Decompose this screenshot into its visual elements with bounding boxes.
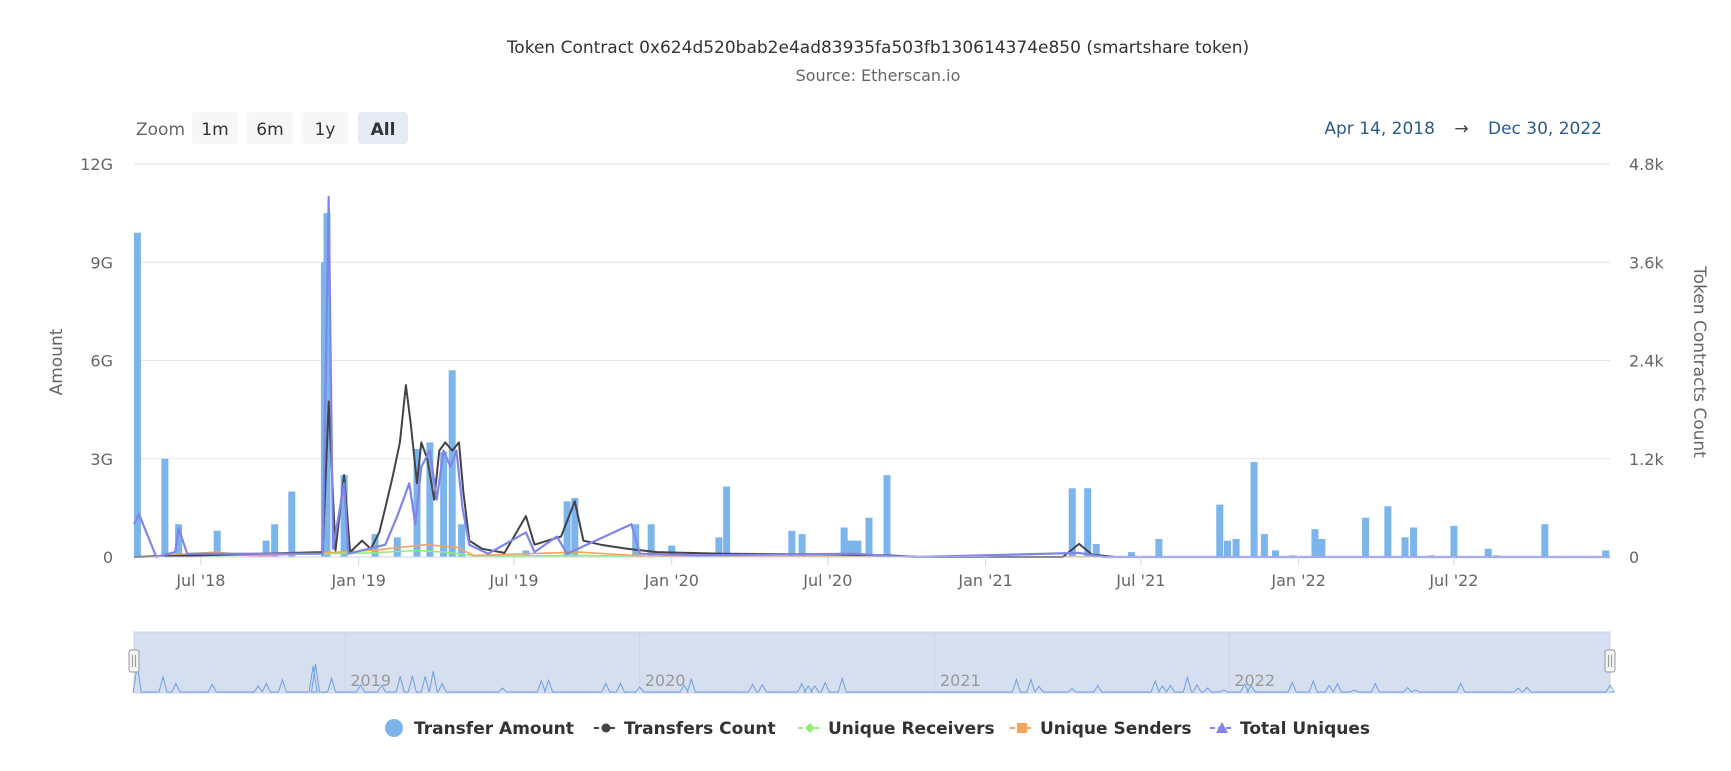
transfer-amount-bar — [134, 232, 141, 557]
y-right-tick-label: 2.4k — [1629, 352, 1664, 371]
zoom-button-1y[interactable]: 1y — [302, 112, 348, 144]
transfer-amount-bar — [1541, 524, 1549, 557]
zoom-button-label: All — [371, 120, 396, 140]
series-lines — [133, 195, 1611, 559]
x-tick-label: Jul '21 — [1115, 571, 1165, 590]
transfer-amount-bar — [1311, 529, 1319, 557]
grid-lines — [134, 163, 1610, 460]
zoom-label: Zoom — [136, 120, 185, 140]
zoom-button-label: 6m — [256, 120, 283, 140]
range-display[interactable]: Apr 14, 2018 → Dec 30, 2022 — [1324, 119, 1602, 139]
legend-label: Unique Senders — [1040, 719, 1192, 739]
zoom-button-6m[interactable]: 6m — [247, 112, 293, 144]
chart-subtitle: Source: Etherscan.io — [796, 66, 961, 85]
chart-title: Token Contract 0x624d520bab2e4ad83935fa5… — [506, 38, 1249, 58]
zoom-button-label: 1m — [201, 120, 228, 140]
zoom-button-group: 1m 6m 1y All — [192, 112, 408, 144]
transfer-amount-bar — [723, 486, 731, 557]
transfer-amount-bar — [788, 530, 796, 557]
navigator-year-label: 2020 — [645, 671, 686, 690]
legend-label: Total Uniques — [1240, 719, 1370, 739]
x-tick-label: Jul '19 — [488, 571, 538, 590]
x-tick-label: Jul '22 — [1428, 571, 1478, 590]
y-right-axis-title: Token Contracts Count — [1689, 265, 1709, 458]
legend-item-unique-receivers[interactable]: Unique Receivers — [798, 719, 995, 739]
zoom-button-all[interactable]: All — [358, 112, 408, 144]
navigator-handle-right[interactable] — [1604, 649, 1616, 673]
legend-item-transfers-count[interactable]: Transfers Count — [594, 719, 776, 739]
y-left-tick-label: 3G — [90, 450, 113, 469]
legend-item-total-uniques[interactable]: Total Uniques — [1210, 719, 1370, 739]
transfer-amount-bar — [1223, 540, 1231, 557]
x-tick-label: Jul '20 — [802, 571, 852, 590]
y-left-tick-label: 9G — [90, 253, 113, 272]
x-tick-label: Jan '19 — [330, 571, 386, 590]
y-left-tick-label: 12G — [80, 155, 113, 174]
zoom-button-1m[interactable]: 1m — [192, 112, 238, 144]
x-tick-label: Jul '18 — [175, 571, 225, 590]
transfer-amount-bar — [1401, 537, 1409, 557]
transfer-amount-bar — [1084, 488, 1092, 557]
y-right-tick-label: 0 — [1629, 548, 1639, 567]
legend-label: Transfer Amount — [414, 719, 574, 739]
transfer-amount-bar — [458, 524, 466, 557]
transfer-amount-bar — [1362, 517, 1370, 557]
transfer-amount-bar — [1250, 462, 1258, 557]
legend-symbol — [805, 723, 815, 733]
legend-label: Unique Receivers — [828, 719, 995, 739]
transfer-amount-bar — [840, 527, 848, 557]
transfer-amount-bar — [1450, 525, 1458, 557]
y-right-tick-label: 1.2k — [1629, 450, 1664, 469]
transfer-amount-bar — [1484, 548, 1492, 557]
y-right-tick-label: 3.6k — [1629, 253, 1664, 272]
navigator-year-label: 2019 — [350, 671, 391, 690]
transfer-amount-bar — [288, 491, 296, 557]
transfer-amount-bar — [271, 524, 279, 557]
x-tick-label: Jan '22 — [1270, 571, 1326, 590]
transfer-amount-bar — [1216, 504, 1224, 557]
transfer-amount-bars — [134, 213, 1610, 557]
range-to[interactable]: Dec 30, 2022 — [1488, 119, 1602, 139]
legend-label: Transfers Count — [624, 719, 776, 739]
y-right-axis: 0 1.2k 2.4k 3.6k 4.8k — [1629, 155, 1664, 567]
legend-symbol — [1017, 723, 1027, 733]
navigator-year-label: 2021 — [940, 671, 981, 690]
y-left-tick-label: 6G — [90, 352, 113, 371]
legend-symbol — [385, 719, 403, 737]
transfer-amount-bar — [1318, 538, 1326, 557]
transfer-amount-bar — [1155, 538, 1163, 557]
y-right-tick-label: 4.8k — [1629, 155, 1664, 174]
transfer-amount-bar — [1384, 506, 1392, 557]
navigator[interactable]: 2019 2020 2021 2022 — [128, 631, 1616, 694]
navigator-handle-left[interactable] — [128, 649, 140, 673]
x-axis: Jul '18 Jan '19 Jul '19 Jan '20 Jul '20 Jan '… — [175, 557, 1478, 590]
chart-svg: Token Contract 0x624d520bab2e4ad83935fa5… — [47, 38, 1709, 739]
range-arrow: → — [1454, 119, 1468, 139]
transfer-amount-bar — [1260, 534, 1268, 557]
total-uniques-line — [133, 195, 1610, 559]
transfer-amount-bar — [883, 475, 891, 557]
legend-item-transfer-amount[interactable]: Transfer Amount — [385, 719, 574, 739]
x-tick-label: Jan '21 — [957, 571, 1013, 590]
y-left-axis-title: Amount — [47, 328, 67, 395]
y-left-tick-label: 0 — [103, 548, 113, 567]
zoom-button-label: 1y — [315, 120, 336, 140]
legend-symbol — [601, 723, 611, 733]
range-from[interactable]: Apr 14, 2018 — [1324, 119, 1435, 139]
y-left-axis: 0 3G 6G 9G 12G — [80, 155, 113, 567]
chart-container: Token Contract 0x624d520bab2e4ad83935fa5… — [0, 0, 1731, 771]
transfer-amount-bar — [1410, 527, 1418, 557]
transfer-amount-bar — [161, 458, 169, 557]
transfer-amount-bar — [1232, 538, 1240, 557]
legend-item-unique-senders[interactable]: Unique Senders — [1010, 719, 1192, 739]
legend: Transfer Amount Transfers Count Unique Rec… — [385, 719, 1370, 739]
x-tick-label: Jan '20 — [643, 571, 699, 590]
transfer-amount-bar — [865, 517, 873, 557]
navigator-year-label: 2022 — [1234, 671, 1275, 690]
